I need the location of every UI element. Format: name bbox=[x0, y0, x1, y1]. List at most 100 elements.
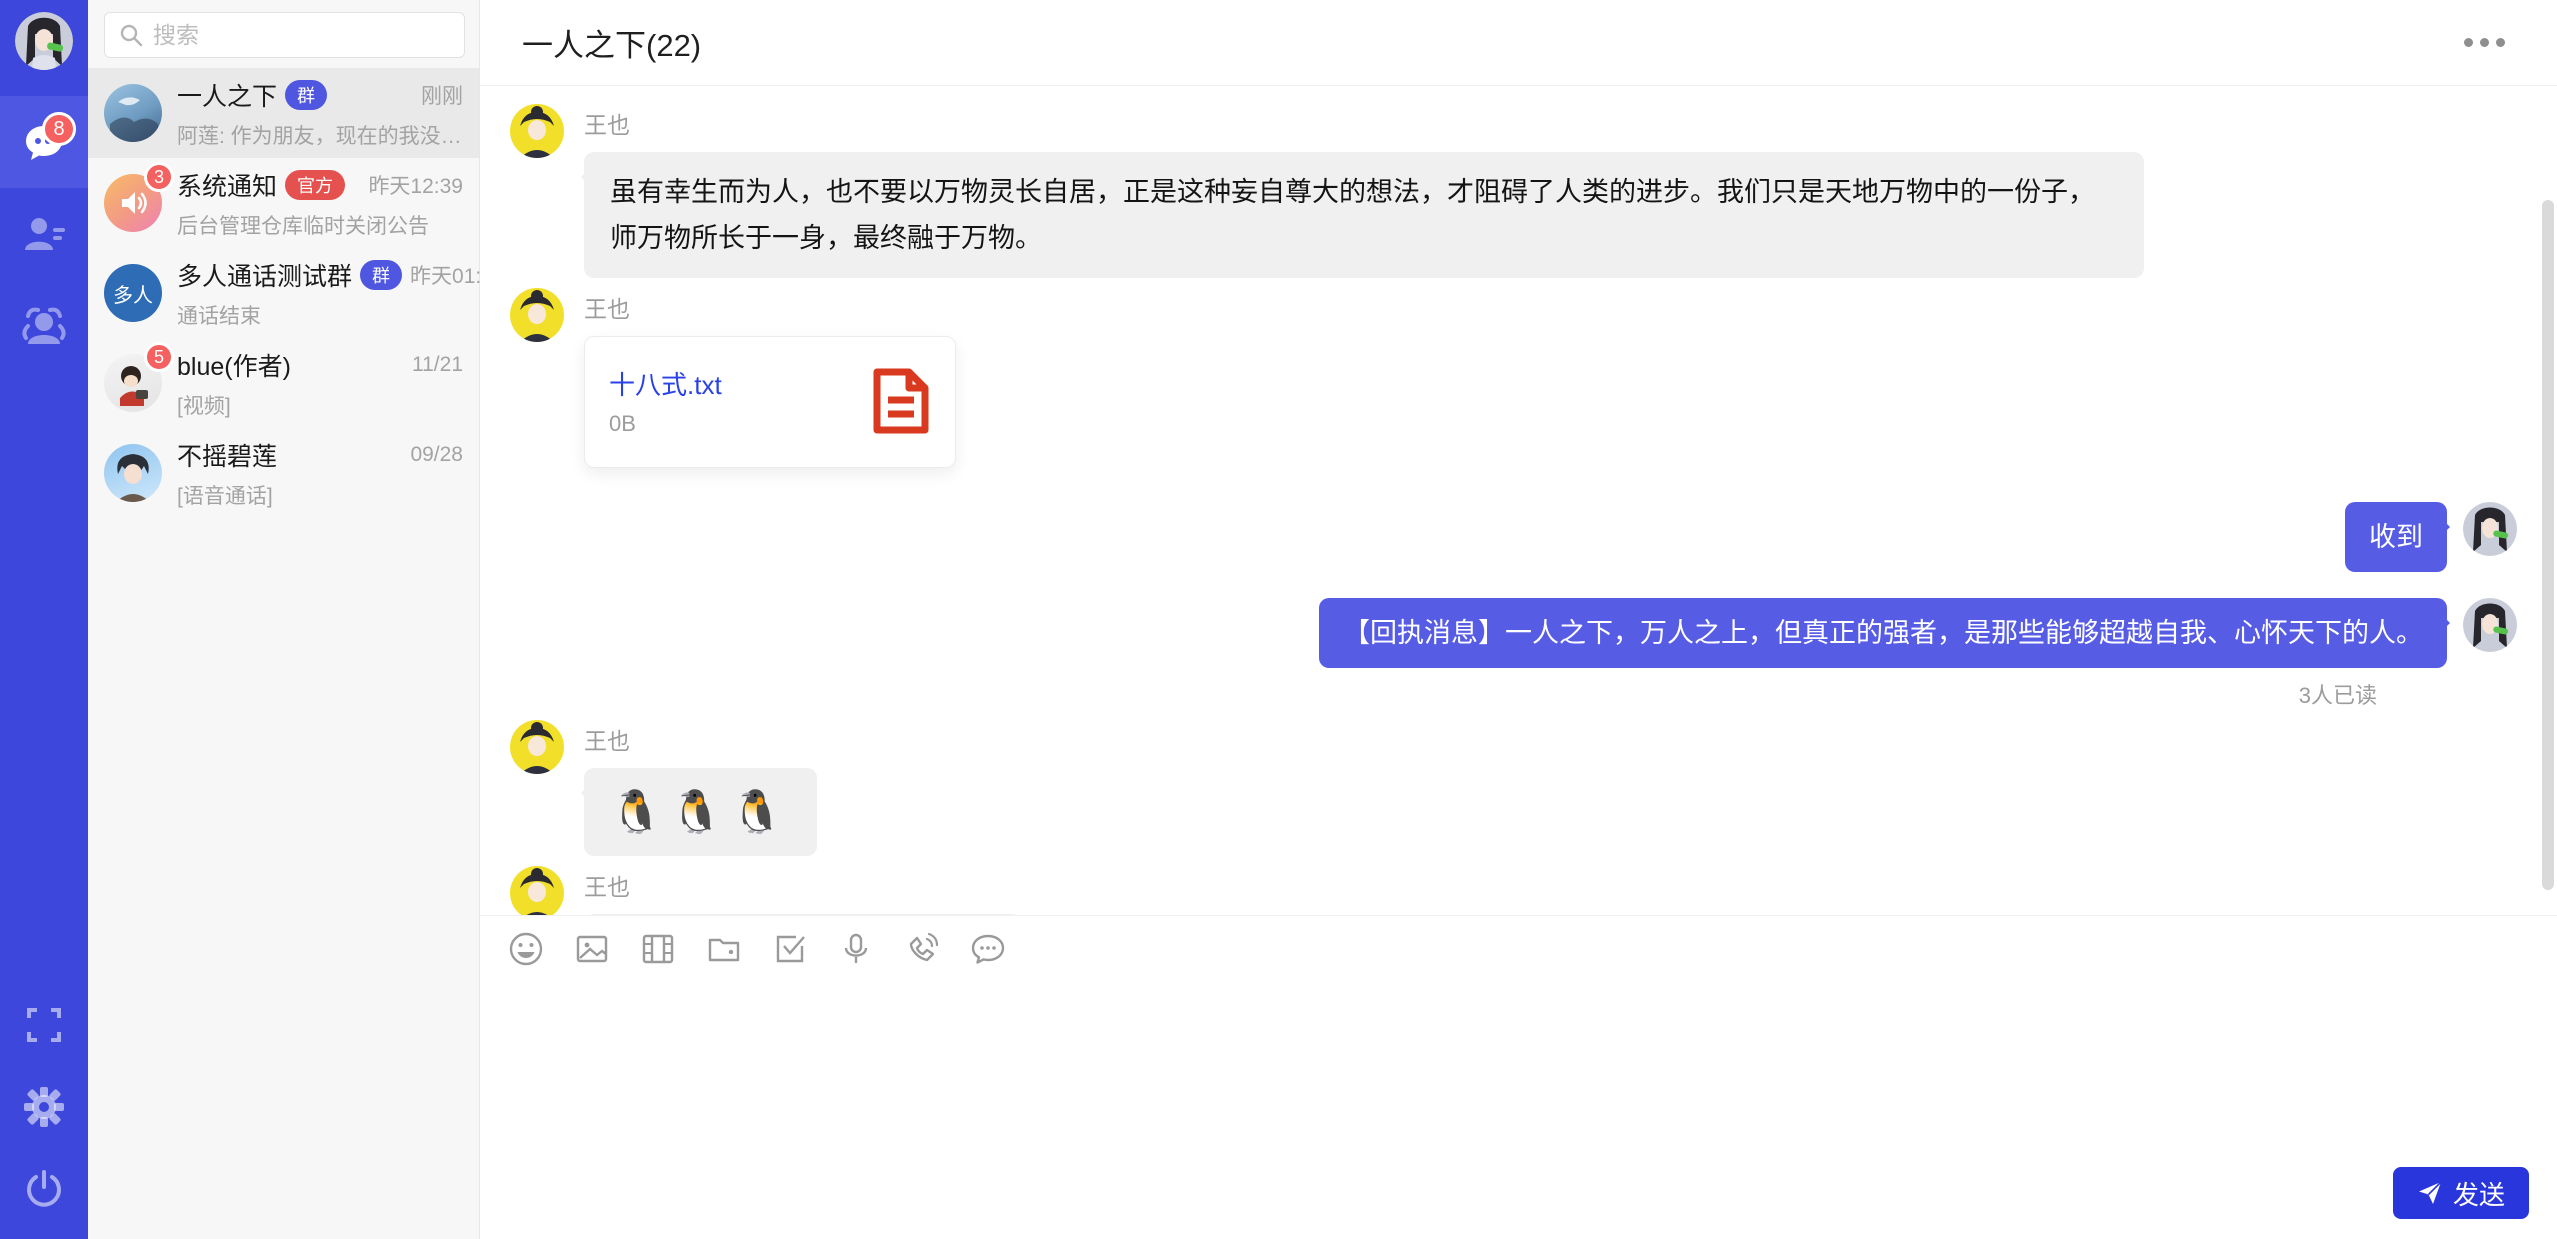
image-button[interactable] bbox=[572, 929, 612, 969]
chat-area: 一人之下(22) 王也 虽有幸生而为人，也不要以万物灵长自居，正是这种妄自尊大的… bbox=[480, 0, 2557, 1239]
fullscreen-button[interactable] bbox=[22, 1003, 66, 1047]
conversation-time: 昨天12:39 bbox=[368, 170, 463, 200]
group-badge: 群 bbox=[285, 80, 327, 110]
conversation-time: 11/21 bbox=[412, 353, 463, 377]
conversation-title: 系统通知 bbox=[177, 167, 277, 203]
message-left-file: 王也 十八式.txt 0B bbox=[510, 288, 2557, 468]
conversation-item-system-notice[interactable]: 3 系统通知 官方 昨天12:39 后台管理仓库临时关闭公告 bbox=[88, 158, 479, 248]
conversation-preview: 通话结束 bbox=[177, 300, 463, 330]
message-input[interactable] bbox=[480, 969, 2557, 1167]
message-bubble[interactable]: 收到 bbox=[2345, 502, 2447, 572]
settings-button[interactable] bbox=[22, 1085, 66, 1129]
sender-avatar[interactable] bbox=[510, 720, 564, 774]
sticker-message[interactable]: 🐧🐧🐧 bbox=[584, 768, 817, 856]
rail-nav: 8 bbox=[0, 96, 88, 372]
text-avatar: 多人 bbox=[104, 264, 162, 322]
emoji-button[interactable] bbox=[506, 929, 546, 969]
conversation-avatar: 3 bbox=[104, 174, 162, 232]
unread-count-badge: 3 bbox=[144, 162, 174, 192]
sender-avatar[interactable] bbox=[510, 288, 564, 342]
sender-name: 王也 bbox=[584, 722, 817, 756]
composer-toolbar bbox=[480, 916, 2557, 969]
message-list[interactable]: 王也 虽有幸生而为人，也不要以万物灵长自居，正是这种妄自尊大的想法，才阻碍了人类… bbox=[480, 86, 2557, 915]
message-bubble[interactable]: 虽有幸生而为人，也不要以万物灵长自居，正是这种妄自尊大的想法，才阻碍了人类的进步… bbox=[584, 152, 2144, 278]
conversation-title: blue(作者) bbox=[177, 347, 291, 383]
message-left-emoji: 王也 🐧🐧🐧 bbox=[510, 720, 2557, 856]
send-button[interactable]: 发送 bbox=[2393, 1167, 2529, 1219]
messages-unread-badge: 8 bbox=[42, 112, 76, 146]
video-button[interactable] bbox=[638, 929, 678, 969]
conversation-preview: [语音通话] bbox=[177, 480, 463, 510]
file-message-card[interactable]: 十八式.txt 0B bbox=[584, 336, 956, 468]
sender-name: 王也 bbox=[584, 106, 2144, 140]
conversation-avatar bbox=[104, 84, 162, 142]
history-button[interactable] bbox=[968, 929, 1008, 969]
sender-avatar[interactable] bbox=[510, 866, 564, 915]
conversation-time: 刚刚 bbox=[421, 80, 463, 110]
sender-name: 王也 bbox=[584, 868, 1022, 902]
search-input[interactable] bbox=[153, 22, 450, 49]
conversation-preview: [视频] bbox=[177, 390, 463, 420]
chat-history-icon bbox=[969, 931, 1007, 967]
conversation-item-blue-author[interactable]: 5 blue(作者) 11/21 [视频] bbox=[88, 338, 479, 428]
conversation-title: 多人通话测试群 bbox=[177, 257, 352, 293]
message-right: 收到 bbox=[510, 502, 2557, 572]
self-avatar[interactable] bbox=[2463, 598, 2517, 652]
receipt-button[interactable] bbox=[770, 929, 810, 969]
message-right-receipt: 【回执消息】一人之下，万人之上，但真正的强者，是那些能够超越自我、心怀天下的人。… bbox=[510, 598, 2557, 710]
folder-icon bbox=[706, 931, 742, 967]
conversation-title: 一人之下 bbox=[177, 77, 277, 113]
composer: 发送 bbox=[480, 915, 2557, 1239]
group-badge: 群 bbox=[360, 260, 402, 290]
rail-bottom bbox=[22, 1003, 66, 1211]
message-bubble[interactable]: 【回执消息】一人之下，万人之上，但真正的强者，是那些能够超越自我、心怀天下的人。 bbox=[1319, 598, 2447, 668]
user-avatar[interactable] bbox=[15, 12, 73, 70]
file-info: 十八式.txt 0B bbox=[609, 365, 722, 437]
read-status: 3人已读 bbox=[2299, 678, 2377, 710]
conversation-item-multicall-group[interactable]: 多人 多人通话测试群 群 昨天01:29 通话结束 bbox=[88, 248, 479, 338]
nav-messages[interactable]: 8 bbox=[0, 96, 88, 188]
file-button[interactable] bbox=[704, 929, 744, 969]
file-document-icon bbox=[869, 368, 931, 434]
left-rail: 8 bbox=[0, 0, 88, 1239]
nav-contacts[interactable] bbox=[0, 188, 88, 280]
conversation-item-buyaobilian[interactable]: 不摇碧莲 09/28 [语音通话] bbox=[88, 428, 479, 518]
microphone-icon bbox=[838, 931, 874, 967]
chat-scrollbar[interactable] bbox=[2542, 200, 2554, 890]
app-window: 8 bbox=[0, 0, 2557, 1239]
conversation-info: 不摇碧莲 09/28 [语音通话] bbox=[177, 437, 463, 510]
image-icon bbox=[574, 931, 610, 967]
search-area bbox=[88, 0, 479, 68]
paper-plane-icon bbox=[2417, 1180, 2443, 1206]
conversation-item-yirenzhixia[interactable]: 一人之下 群 刚刚 阿莲: 作为朋友，现在的我没法... bbox=[88, 68, 479, 158]
group-avatar-image bbox=[104, 84, 162, 142]
conversation-avatar: 5 bbox=[104, 354, 162, 412]
emoji-icon bbox=[508, 931, 544, 967]
message-left: 王也 虽有幸生而为人，也不要以万物灵长自居，正是这种妄自尊大的想法，才阻碍了人类… bbox=[510, 104, 2557, 278]
message-left: 王也 过去无可挽回，未来可以改变 。 bbox=[510, 866, 2557, 915]
power-button[interactable] bbox=[22, 1167, 66, 1211]
file-size: 0B bbox=[609, 411, 722, 437]
conversation-info: 系统通知 官方 昨天12:39 后台管理仓库临时关闭公告 bbox=[177, 167, 463, 240]
official-badge: 官方 bbox=[285, 170, 345, 200]
conversation-info: 一人之下 群 刚刚 阿莲: 作为朋友，现在的我没法... bbox=[177, 77, 463, 150]
fullscreen-icon bbox=[25, 1006, 63, 1044]
search-box[interactable] bbox=[104, 12, 465, 58]
voice-button[interactable] bbox=[836, 929, 876, 969]
chat-menu-button[interactable] bbox=[2454, 28, 2515, 57]
send-label: 发送 bbox=[2453, 1175, 2505, 1212]
nav-groups[interactable] bbox=[0, 280, 88, 372]
check-square-icon bbox=[772, 931, 808, 967]
user-avatar-image bbox=[15, 12, 73, 70]
call-button[interactable] bbox=[902, 929, 942, 969]
chat-title: 一人之下(22) bbox=[522, 20, 701, 65]
conversation-panel: 一人之下 群 刚刚 阿莲: 作为朋友，现在的我没法... 3 系统通知 官方 昨… bbox=[88, 0, 480, 1239]
sender-name: 王也 bbox=[584, 290, 956, 324]
sender-avatar[interactable] bbox=[510, 104, 564, 158]
phone-icon bbox=[904, 931, 940, 967]
self-avatar[interactable] bbox=[2463, 502, 2517, 556]
message-bubble[interactable]: 过去无可挽回，未来可以改变 。 bbox=[584, 914, 1022, 915]
chat-header: 一人之下(22) bbox=[480, 0, 2557, 86]
file-name[interactable]: 十八式.txt bbox=[609, 365, 722, 402]
send-row: 发送 bbox=[480, 1167, 2557, 1239]
